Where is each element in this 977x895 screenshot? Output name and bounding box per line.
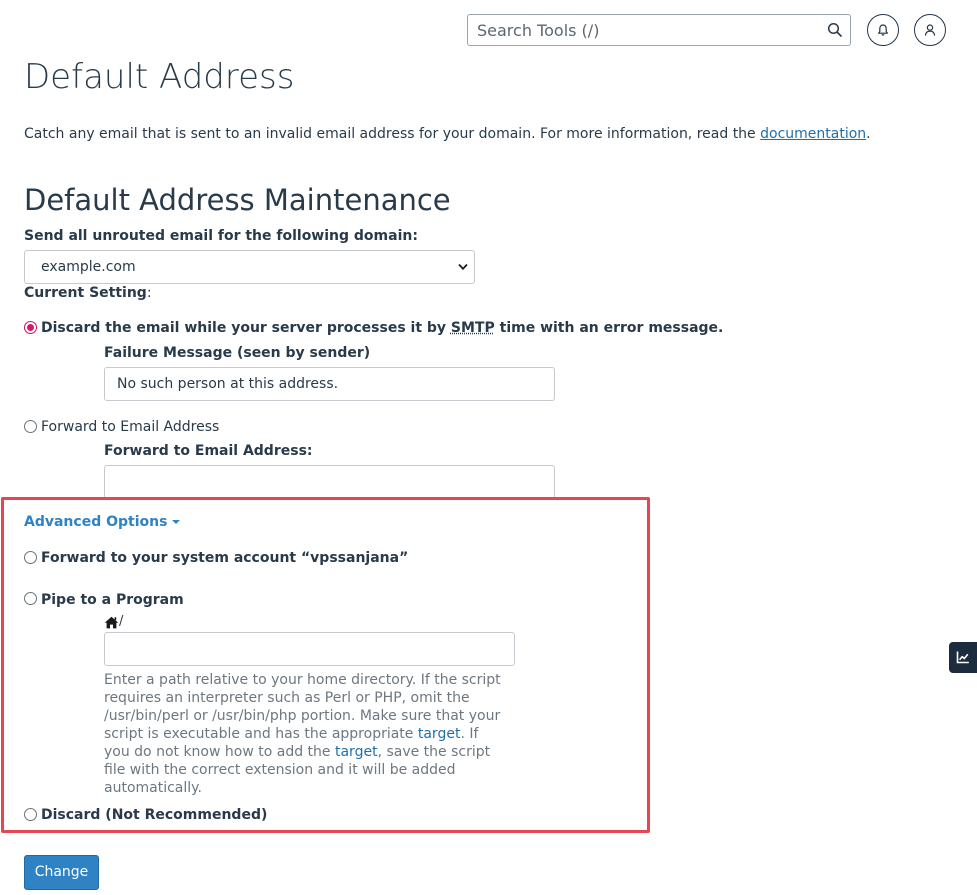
current-setting-label: Current Setting: bbox=[24, 285, 152, 301]
search-box[interactable] bbox=[467, 14, 851, 46]
search-input[interactable] bbox=[468, 15, 808, 45]
advanced-options-toggle[interactable]: Advanced Options bbox=[24, 514, 181, 530]
discard-not-recommended-label[interactable]: Discard (Not Recommended) bbox=[41, 806, 267, 824]
forward-system-account-label[interactable]: Forward to your system account “vpssanja… bbox=[41, 549, 408, 567]
notifications-button[interactable] bbox=[867, 14, 899, 46]
radio-discard-not-recommended[interactable] bbox=[24, 808, 37, 821]
forward-email-field-label: Forward to Email Address: bbox=[104, 443, 313, 459]
bell-icon bbox=[878, 24, 888, 36]
pipe-program-label[interactable]: Pipe to a Program bbox=[41, 591, 184, 609]
target-link-2[interactable]: target bbox=[335, 744, 378, 760]
home-path-separator: / bbox=[119, 614, 124, 629]
domain-select-value: example.com bbox=[41, 259, 136, 275]
radio-pipe-program[interactable] bbox=[24, 592, 37, 605]
discard-with-error-label[interactable]: Discard the email while your server proc… bbox=[41, 319, 723, 337]
user-icon bbox=[924, 24, 936, 36]
chevron-down-icon bbox=[458, 263, 468, 271]
forward-email-input[interactable] bbox=[104, 465, 555, 499]
stats-side-tab[interactable] bbox=[949, 642, 977, 673]
documentation-link[interactable]: documentation bbox=[760, 126, 866, 142]
user-menu-button[interactable] bbox=[914, 14, 946, 46]
home-icon bbox=[104, 616, 119, 629]
chart-line-icon bbox=[956, 651, 969, 664]
caret-down-icon bbox=[172, 520, 181, 524]
search-icon[interactable] bbox=[827, 22, 843, 38]
failure-message-value: No such person at this address. bbox=[117, 376, 339, 392]
pipe-program-input[interactable] bbox=[104, 632, 515, 666]
change-button[interactable]: Change bbox=[24, 855, 99, 890]
failure-message-label: Failure Message (seen by sender) bbox=[104, 345, 371, 361]
radio-forward-system-account[interactable] bbox=[24, 551, 37, 564]
pipe-program-help-text: Enter a path relative to your home direc… bbox=[104, 672, 501, 796]
target-link-1[interactable]: target bbox=[418, 726, 461, 742]
radio-discard-with-error[interactable] bbox=[24, 321, 37, 334]
page-title: Default Address bbox=[24, 57, 295, 97]
page-description: Catch any email that is sent to an inval… bbox=[24, 126, 871, 142]
section-title: Default Address Maintenance bbox=[24, 183, 451, 217]
forward-email-label[interactable]: Forward to Email Address bbox=[41, 418, 219, 436]
failure-message-input[interactable]: No such person at this address. bbox=[104, 367, 555, 401]
radio-forward-email[interactable] bbox=[24, 420, 37, 433]
domain-select[interactable]: example.com bbox=[24, 250, 475, 284]
domain-label: Send all unrouted email for the followin… bbox=[24, 228, 418, 244]
